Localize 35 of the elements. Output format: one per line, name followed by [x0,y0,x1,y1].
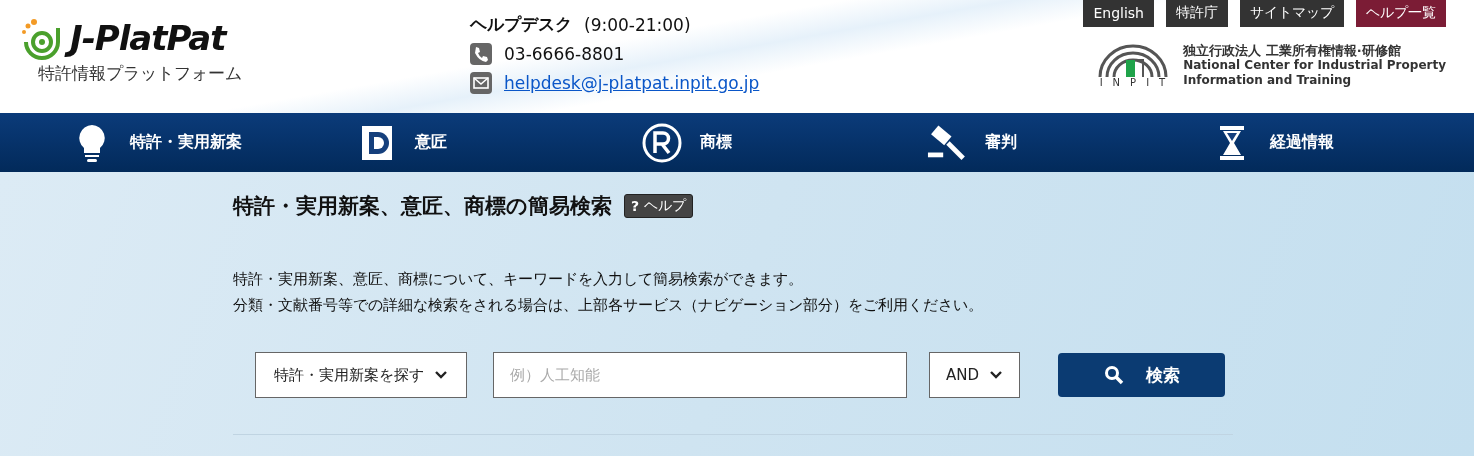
design-d-icon [361,124,393,161]
helpdesk-title: ヘルプデスク [470,13,572,36]
org-name-english: National Center for Industrial Property [1183,58,1446,73]
top-link[interactable]: English [1083,0,1154,27]
logo-subtitle: 特許情報プラットフォーム [38,62,243,85]
phone-number: 03-6666-8801 [504,43,625,64]
top-link[interactable]: サイトマップ [1240,0,1344,27]
chevron-down-icon [434,370,448,380]
light-bulb-icon [76,122,108,163]
top-link[interactable]: ヘルプ一覧 [1356,0,1446,27]
category-dropdown[interactable]: 特許・実用新案を探す [255,352,467,398]
nav-item[interactable]: 商標 [642,113,927,172]
nav-item[interactable]: 意匠 [357,113,642,172]
email-link[interactable]: helpdesk@j-platpat.inpit.go.jp [504,72,760,93]
nav-item[interactable]: 経過情報 [1212,113,1474,172]
top-link[interactable]: 特許庁 [1166,0,1228,27]
search-button[interactable]: 検索 [1058,353,1226,397]
org-name-english: Information and Training [1183,73,1353,88]
mail-icon [470,71,492,94]
registered-mark-icon [642,122,682,163]
keyword-input-field[interactable]: 例）人工知能 [493,352,907,398]
hourglass-icon [1219,124,1245,161]
helpdesk-hours: (9:00-21:00) [584,14,691,35]
org-name-japanese: 独立行政法人 工業所有権情報·研修館 [1183,43,1402,58]
org-mark: INPIT [1099,77,1176,88]
search-icon [1103,365,1124,385]
operator-dropdown[interactable]: AND [929,352,1021,398]
description-text: 分類・文献番号等での詳細な検索をされる場合は、上部各サービス（ナビゲーション部分）をご利用ください。 [233,295,984,316]
help-button[interactable]: ? ヘルプ [624,194,694,218]
nav-item[interactable]: 特許・実用新案 [72,113,357,172]
nav-item[interactable]: 審判 [927,113,1212,172]
page-title: 特許・実用新案、意匠、商標の簡易検索 [233,193,612,220]
chevron-down-icon [989,370,1004,380]
phone-icon [470,42,492,65]
description-text: 特許・実用新案、意匠、商標について、キーワードを入力して簡易検索ができます。 [233,269,804,290]
